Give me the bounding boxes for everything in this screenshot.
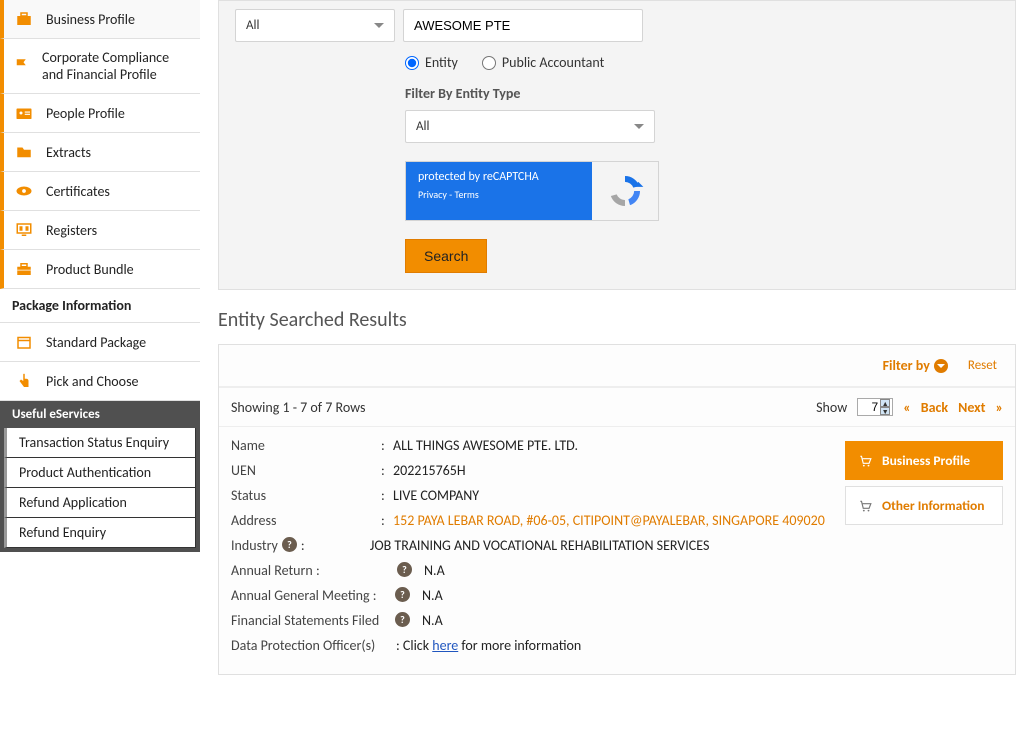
field-uen-label: UEN <box>231 462 381 479</box>
sidebar-item-label: Registers <box>46 222 97 239</box>
cart-icon <box>856 499 874 513</box>
help-icon[interactable]: ? <box>397 562 412 577</box>
radio-entity-input[interactable] <box>405 56 419 70</box>
field-agm-value: N.A <box>422 587 1003 604</box>
sidebar-item-label: Standard Package <box>46 334 146 351</box>
eservices-header: Useful eServices <box>0 401 200 428</box>
hand-point-icon <box>12 372 36 390</box>
field-address-value: 152 PAYA LEBAR ROAD, #06-05, CITIPOINT@P… <box>393 512 873 529</box>
page-size-input[interactable] <box>858 399 880 415</box>
eservice-refund-enquiry[interactable]: Refund Enquiry <box>4 518 196 548</box>
show-label: Show <box>816 399 847 416</box>
screen-icon <box>12 221 36 239</box>
help-icon[interactable]: ? <box>282 537 297 552</box>
flag-icon <box>12 57 32 75</box>
sidebar-item-label: Pick and Choose <box>46 373 139 390</box>
filter-by-button[interactable]: Filter by <box>883 357 948 374</box>
folder-icon <box>12 143 36 161</box>
main-content: All Entity Public Accountant Filter By E… <box>200 0 1024 675</box>
dpo-here-link[interactable]: here <box>432 637 458 654</box>
help-icon[interactable]: ? <box>395 587 410 602</box>
sidebar-item-label: Corporate Compliance and Financial Profi… <box>42 49 188 83</box>
package-info-header: Package Information <box>0 289 200 323</box>
eye-icon <box>12 182 36 200</box>
showing-text: Showing 1 - 7 of 7 Rows <box>231 399 366 416</box>
box-icon <box>12 333 36 351</box>
sidebar-item-certificates[interactable]: Certificates <box>0 172 200 211</box>
id-card-icon <box>12 104 36 122</box>
search-button[interactable]: Search <box>405 239 487 273</box>
radio-public-input[interactable] <box>482 56 496 70</box>
sidebar-item-corp-compliance[interactable]: Corporate Compliance and Financial Profi… <box>0 39 200 94</box>
next-arrow-icon[interactable]: » <box>995 399 1003 416</box>
eservice-product-auth[interactable]: Product Authentication <box>4 458 196 488</box>
field-status-label: Status <box>231 487 381 504</box>
sidebar-item-business-profile[interactable]: Business Profile <box>0 0 200 39</box>
field-industry-label: Industry <box>231 537 278 554</box>
filter-entity-type-label: Filter By Entity Type <box>405 85 999 102</box>
field-address-label: Address <box>231 512 381 529</box>
search-type-value: All <box>246 18 260 33</box>
recaptcha-logo-icon <box>605 171 645 211</box>
field-ar-label: Annual Return : <box>231 562 381 579</box>
result-detail: Business Profile Other Information Name … <box>219 427 1015 674</box>
field-agm-label: Annual General Meeting : <box>231 587 391 604</box>
sidebar-item-label: People Profile <box>46 105 125 122</box>
radio-public-accountant[interactable]: Public Accountant <box>482 54 604 71</box>
cart-icon <box>856 454 874 468</box>
other-information-button[interactable]: Other Information <box>845 486 1003 525</box>
eservice-refund-application[interactable]: Refund Application <box>4 488 196 518</box>
results-panel: Filter by Reset Showing 1 - 7 of 7 Rows … <box>218 344 1016 675</box>
sidebar-item-people-profile[interactable]: People Profile <box>0 94 200 133</box>
toolbox-icon <box>12 260 36 278</box>
radio-entity[interactable]: Entity <box>405 54 458 71</box>
field-name-label: Name <box>231 437 381 454</box>
sidebar-item-label: Extracts <box>46 144 91 161</box>
sidebar: Business Profile Corporate Compliance an… <box>0 0 200 675</box>
filter-entity-type-select[interactable]: All <box>405 110 655 143</box>
sidebar-item-product-bundle[interactable]: Product Bundle <box>0 250 200 289</box>
page-size-spinner[interactable]: ▲ ▼ <box>857 398 893 416</box>
field-fsf-value: N.A <box>422 612 1003 629</box>
eservice-transaction-status[interactable]: Transaction Status Enquiry <box>4 428 196 458</box>
sidebar-item-standard-package[interactable]: Standard Package <box>0 323 200 362</box>
reset-link[interactable]: Reset <box>968 358 997 373</box>
help-icon[interactable]: ? <box>395 612 410 627</box>
sidebar-item-pick-choose[interactable]: Pick and Choose <box>0 362 200 401</box>
sidebar-item-label: Certificates <box>46 183 110 200</box>
chevron-down-icon <box>374 23 384 28</box>
field-industry-value: JOB TRAINING AND VOCATIONAL REHABILITATI… <box>370 537 1003 554</box>
sidebar-item-label: Product Bundle <box>46 261 134 278</box>
recaptcha-terms-link[interactable]: Terms <box>454 188 478 201</box>
chevron-down-icon <box>634 124 644 129</box>
recaptcha-text: protected by reCAPTCHA <box>418 170 580 184</box>
business-profile-button[interactable]: Business Profile <box>845 441 1003 480</box>
field-ar-value: N.A <box>424 562 1003 579</box>
briefcase-icon <box>12 10 36 28</box>
next-link[interactable]: Next <box>958 399 985 416</box>
spinner-down-icon[interactable]: ▼ <box>880 407 890 415</box>
field-dpo-value: : Click here for more information <box>396 637 1003 654</box>
recaptcha-widget: protected by reCAPTCHA Privacy - Terms <box>405 161 659 221</box>
search-panel: All Entity Public Accountant Filter By E… <box>218 0 1016 290</box>
chevron-down-circle-icon <box>934 359 948 373</box>
field-fsf-label: Financial Statements Filed <box>231 612 391 629</box>
search-input[interactable] <box>403 9 643 42</box>
recaptcha-privacy-link[interactable]: Privacy <box>418 188 447 201</box>
search-type-select[interactable]: All <box>235 9 395 42</box>
results-title: Entity Searched Results <box>218 308 1024 332</box>
field-dpo-label: Data Protection Officer(s) <box>231 637 396 654</box>
back-link[interactable]: Back <box>921 399 948 416</box>
filter-entity-type-value: All <box>416 119 430 134</box>
sidebar-item-extracts[interactable]: Extracts <box>0 133 200 172</box>
sidebar-item-registers[interactable]: Registers <box>0 211 200 250</box>
prev-arrow-icon[interactable]: « <box>903 399 911 416</box>
sidebar-item-label: Business Profile <box>46 11 135 28</box>
